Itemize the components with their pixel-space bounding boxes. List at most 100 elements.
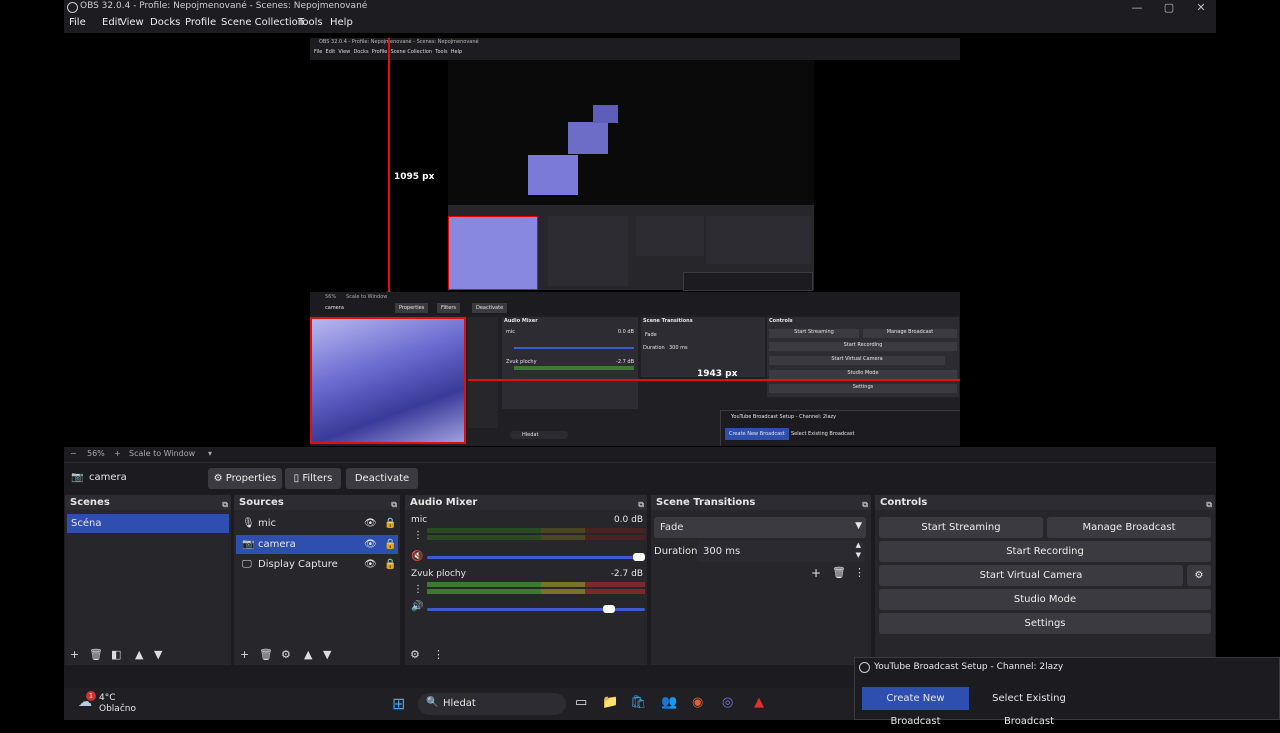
maximize-button[interactable]: ▢ bbox=[1154, 0, 1184, 15]
move-down-icon[interactable]: ▼ bbox=[323, 648, 331, 661]
scene-item[interactable]: Scéna bbox=[67, 514, 229, 533]
menu-docks[interactable]: Docks bbox=[150, 17, 180, 28]
select-existing-broadcast-button[interactable]: Select Existing Broadcast bbox=[972, 687, 1086, 727]
add-scene-icon[interactable]: + bbox=[70, 648, 79, 661]
store-icon[interactable]: 🛍 bbox=[630, 695, 647, 710]
undock-icon[interactable]: ⧉ bbox=[222, 497, 228, 512]
create-new-broadcast-button[interactable]: Create New Broadcast bbox=[862, 687, 969, 727]
deactivate-button[interactable]: Deactivate bbox=[346, 468, 418, 489]
nested-preview bbox=[448, 60, 814, 205]
undock-icon[interactable]: ⧉ bbox=[1206, 497, 1212, 512]
minimize-button[interactable]: — bbox=[1122, 0, 1152, 15]
duration-spinbox[interactable]: 300 ms ▲ ▼ bbox=[697, 541, 865, 562]
menu-file[interactable]: File bbox=[69, 17, 86, 28]
menu-edit[interactable]: Edit bbox=[102, 17, 121, 28]
preview-area[interactable]: OBS 32.0.4 - Profile: Nepojmenované - Sc… bbox=[64, 33, 1216, 447]
source-item[interactable]: 📷 camera 👁 🔒 bbox=[236, 535, 398, 554]
discord-icon[interactable]: ◎ bbox=[722, 695, 733, 710]
undock-icon[interactable]: ⧉ bbox=[391, 497, 397, 512]
teams-icon[interactable]: 👥 bbox=[661, 695, 677, 710]
source-label: camera bbox=[258, 539, 296, 550]
volume-fader[interactable] bbox=[427, 605, 645, 613]
scale-mode[interactable]: Scale to Window bbox=[129, 449, 195, 458]
mixer-menu-icon[interactable]: ⋮ bbox=[433, 648, 444, 661]
taskbar-search[interactable]: 🔍 Hledat bbox=[418, 693, 566, 715]
menu-view[interactable]: View bbox=[120, 17, 144, 28]
youtube-broadcast-dialog: YouTube Broadcast Setup - Channel: 2lazy… bbox=[854, 657, 1280, 727]
undock-icon[interactable]: ⧉ bbox=[862, 497, 868, 512]
preview-canvas[interactable]: OBS 32.0.4 - Profile: Nepojmenované - Sc… bbox=[310, 38, 960, 446]
eye-icon[interactable]: 👁 bbox=[364, 514, 377, 533]
task-view-icon[interactable]: ▭ bbox=[575, 695, 587, 710]
lock-icon[interactable]: 🔒 bbox=[384, 535, 396, 554]
move-up-icon[interactable]: ▲ bbox=[135, 648, 143, 661]
muted-speaker-icon[interactable]: 🔇 bbox=[411, 551, 423, 562]
start-streaming-button[interactable]: Start Streaming bbox=[879, 517, 1043, 538]
zoom-in-button[interactable]: + bbox=[114, 449, 121, 458]
lock-icon[interactable]: 🔒 bbox=[384, 514, 396, 533]
inner-yt-title: YouTube Broadcast Setup - Channel: 2lazy bbox=[731, 414, 837, 420]
start-virtual-camera-button[interactable]: Start Virtual Camera bbox=[879, 565, 1183, 586]
menu-profile[interactable]: Profile bbox=[185, 17, 216, 28]
menu-bar: File Edit View Docks Profile Scene Colle… bbox=[64, 15, 1216, 33]
nested-obs-window bbox=[448, 60, 814, 291]
app-icon[interactable]: ▲ bbox=[754, 695, 764, 710]
source-item[interactable]: 🎙 mic 👁 🔒 bbox=[236, 514, 398, 533]
inner-desk-db: -2.7 dB bbox=[616, 359, 634, 365]
menu-tools[interactable]: Tools bbox=[298, 17, 323, 28]
kebab-menu-icon[interactable]: ⋮ bbox=[413, 530, 423, 541]
advanced-audio-icon[interactable]: ⚙ bbox=[410, 648, 420, 661]
move-up-icon[interactable]: ▲ bbox=[304, 648, 312, 661]
volume-fader[interactable] bbox=[427, 553, 645, 561]
transition-menu-icon[interactable]: ⋮ bbox=[854, 566, 865, 579]
remove-transition-icon[interactable]: 🗑 bbox=[832, 566, 846, 579]
settings-button[interactable]: Settings bbox=[879, 613, 1211, 634]
channel-db: 0.0 dB bbox=[613, 515, 643, 525]
virtual-camera-settings-gear-icon[interactable]: ⚙ bbox=[1187, 565, 1211, 586]
remove-scene-icon[interactable]: 🗑 bbox=[89, 648, 103, 661]
properties-button[interactable]: ⚙ Properties bbox=[208, 468, 282, 489]
scene-filter-icon[interactable]: ◧ bbox=[111, 648, 121, 661]
studio-mode-button[interactable]: Studio Mode bbox=[879, 589, 1211, 610]
add-transition-icon[interactable]: + bbox=[811, 566, 821, 580]
eye-icon[interactable]: 👁 bbox=[364, 535, 377, 554]
lock-icon[interactable]: 🔒 bbox=[384, 555, 396, 574]
transition-value: Fade bbox=[660, 522, 684, 533]
fader-knob[interactable] bbox=[633, 553, 645, 561]
inner-camera-source bbox=[310, 317, 466, 444]
source-item[interactable]: 🖵 Display Capture 👁 🔒 bbox=[236, 555, 398, 574]
eye-icon[interactable]: 👁 bbox=[364, 555, 377, 574]
vertical-measure-line bbox=[388, 38, 390, 295]
zoom-level: 56% bbox=[87, 449, 105, 458]
file-explorer-icon[interactable]: 📁 bbox=[602, 695, 618, 710]
scale-dropdown-icon[interactable]: ▾ bbox=[208, 449, 212, 458]
stepper-down-icon[interactable]: ▼ bbox=[856, 551, 861, 559]
transition-select[interactable]: Fade ▼ bbox=[654, 517, 866, 538]
volume-meter bbox=[427, 582, 645, 587]
selected-source-name: camera bbox=[89, 472, 127, 483]
filters-button[interactable]: ▯ Filters bbox=[285, 468, 341, 489]
manage-broadcast-button[interactable]: Manage Broadcast bbox=[1047, 517, 1211, 538]
speaker-icon[interactable]: 🔊 bbox=[411, 601, 423, 612]
stepper-up-icon[interactable]: ▲ bbox=[856, 541, 861, 549]
close-button[interactable]: ✕ bbox=[1186, 0, 1216, 15]
add-source-icon[interactable]: + bbox=[240, 648, 249, 661]
horizontal-measure-line bbox=[468, 379, 960, 381]
windows-start-icon[interactable]: ⊞ bbox=[392, 694, 405, 713]
inner-desk-meter bbox=[514, 366, 634, 370]
start-recording-button[interactable]: Start Recording bbox=[879, 541, 1211, 562]
menu-scene-collection[interactable]: Scene Collection bbox=[221, 17, 304, 28]
inner-controls-title: Controls bbox=[769, 318, 793, 324]
move-down-icon[interactable]: ▼ bbox=[154, 648, 162, 661]
obs-logo-icon bbox=[67, 2, 78, 13]
menu-help[interactable]: Help bbox=[330, 17, 353, 28]
browser-icon[interactable]: ◉ bbox=[692, 695, 703, 710]
fader-knob[interactable] bbox=[603, 605, 615, 613]
remove-source-icon[interactable]: 🗑 bbox=[259, 648, 273, 661]
zoom-out-button[interactable]: − bbox=[70, 449, 77, 458]
kebab-menu-icon[interactable]: ⋮ bbox=[413, 584, 423, 595]
nested-yt-popup bbox=[683, 272, 813, 291]
undock-icon[interactable]: ⧉ bbox=[638, 497, 644, 512]
source-properties-icon[interactable]: ⚙ bbox=[281, 648, 291, 661]
obs-window: OBS 32.0.4 - Profile: Nepojmenované - Sc… bbox=[64, 0, 1280, 727]
